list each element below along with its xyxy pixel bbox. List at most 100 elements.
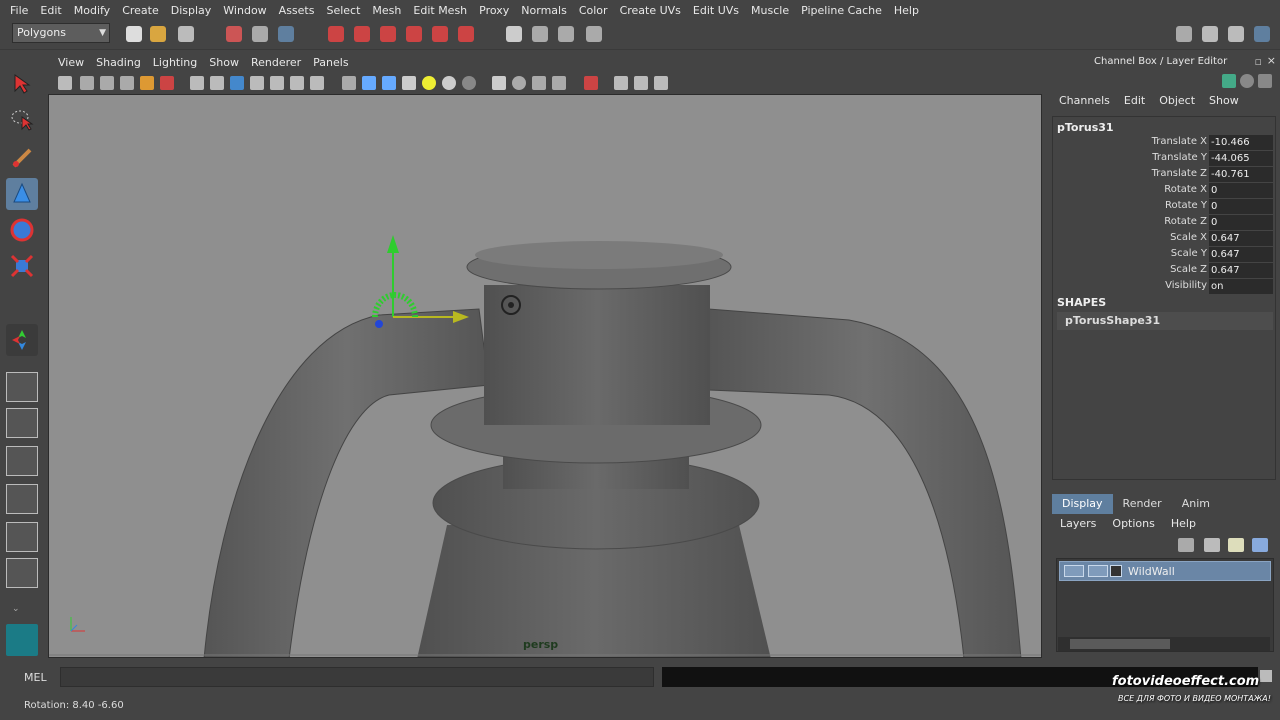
attr-row[interactable]: Translate Z -40.761 [1053, 167, 1275, 183]
grid-icon[interactable] [190, 76, 204, 90]
layer-visibility-toggle[interactable] [1064, 565, 1084, 577]
gate-mask-icon[interactable] [250, 76, 264, 90]
wireframe-icon[interactable] [342, 76, 356, 90]
toolbox-expand-icon[interactable]: ⌄ [12, 604, 20, 614]
attr-row[interactable]: Translate X -10.466 [1053, 135, 1275, 151]
cb-menu-object[interactable]: Object [1152, 94, 1202, 112]
manip-pivot[interactable] [375, 320, 383, 328]
layer-row[interactable]: WildWall [1059, 561, 1271, 581]
layer-name[interactable]: WildWall [1128, 565, 1175, 578]
perspective-viewport[interactable]: persp [48, 94, 1042, 658]
textured-icon[interactable] [402, 76, 416, 90]
attr-value[interactable]: 0.647 [1209, 247, 1273, 262]
menu-file[interactable]: File [4, 4, 34, 17]
attr-row[interactable]: Rotate X0 [1053, 183, 1275, 199]
paint-select-tool-icon[interactable] [6, 142, 38, 174]
manip-y-arrow-icon[interactable] [387, 235, 399, 253]
scrollbar-thumb[interactable] [1070, 639, 1170, 649]
attr-value[interactable]: 0 [1209, 215, 1273, 230]
snap-grid-icon[interactable] [328, 26, 344, 42]
layer-color-swatch[interactable] [1110, 565, 1122, 577]
rotate-tool-icon[interactable] [6, 214, 38, 246]
select-hierarchy-icon[interactable] [226, 26, 242, 42]
menu-normals[interactable]: Normals [515, 4, 573, 17]
move-layer-up-icon[interactable] [1178, 538, 1194, 552]
tab-anim[interactable]: Anim [1172, 494, 1220, 514]
menu-pipeline-cache[interactable]: Pipeline Cache [795, 4, 888, 17]
bookmark-icon[interactable] [100, 76, 114, 90]
command-input[interactable] [60, 667, 654, 687]
le-menu-help[interactable]: Help [1163, 515, 1204, 533]
2d-pan-zoom-icon[interactable] [140, 76, 154, 90]
shadows-icon[interactable] [442, 76, 456, 90]
menu-window[interactable]: Window [217, 4, 272, 17]
layer-display-type-toggle[interactable] [1088, 565, 1108, 577]
select-component-icon[interactable] [278, 26, 294, 42]
ambient-occlusion-icon[interactable] [532, 76, 546, 90]
panel-menu-panels[interactable]: Panels [307, 56, 354, 69]
attr-value[interactable]: -44.065 [1209, 151, 1273, 166]
attribute-editor-icon[interactable] [1202, 26, 1218, 42]
camera-attributes-icon[interactable] [80, 76, 94, 90]
image-plane-icon[interactable] [120, 76, 134, 90]
attr-row[interactable]: Visibility on [1053, 279, 1275, 295]
cb-menu-show[interactable]: Show [1202, 94, 1246, 112]
float-panel-icon[interactable]: ▫ [1255, 55, 1262, 68]
tool-settings-icon[interactable] [1228, 26, 1244, 42]
menu-color[interactable]: Color [573, 4, 614, 17]
menu-proxy[interactable]: Proxy [473, 4, 515, 17]
menu-display[interactable]: Display [165, 4, 218, 17]
menu-modify[interactable]: Modify [68, 4, 116, 17]
tool-settings-toggle-icon[interactable] [1240, 74, 1254, 88]
shape-node-item[interactable]: pTorusShape31 [1057, 312, 1273, 330]
safe-title-icon[interactable] [310, 76, 324, 90]
close-icon[interactable]: × [1267, 54, 1276, 67]
menu-mesh[interactable]: Mesh [366, 4, 407, 17]
menu-create-uvs[interactable]: Create UVs [614, 4, 687, 17]
new-empty-layer-icon[interactable] [1228, 538, 1244, 552]
attr-row[interactable]: Rotate Z0 [1053, 215, 1275, 231]
snap-curve-icon[interactable] [354, 26, 370, 42]
single-perspective-layout-icon[interactable] [6, 372, 38, 402]
attr-value[interactable]: on [1209, 279, 1273, 294]
move-tool-icon[interactable] [6, 178, 38, 210]
attr-value[interactable]: -40.761 [1209, 167, 1273, 182]
high-quality-icon[interactable] [462, 76, 476, 90]
tab-display[interactable]: Display [1052, 494, 1113, 514]
film-gate-icon[interactable] [210, 76, 224, 90]
new-scene-icon[interactable] [126, 26, 142, 42]
open-scene-icon[interactable] [150, 26, 166, 42]
frame-all-icon[interactable] [634, 76, 648, 90]
layer-list-scrollbar[interactable] [1058, 637, 1270, 651]
script-editor-icon[interactable] [1260, 670, 1272, 682]
attr-value[interactable]: 0.647 [1209, 231, 1273, 246]
attr-row[interactable]: Scale X 0.647 [1053, 231, 1275, 247]
attr-row[interactable]: Rotate Y0 [1053, 199, 1275, 215]
attr-value[interactable]: 0.647 [1209, 263, 1273, 278]
smooth-shade-icon[interactable] [362, 76, 376, 90]
persp-graph-outliner-layout-icon[interactable] [6, 558, 38, 588]
mel-label[interactable]: MEL [24, 671, 47, 684]
snap-live-icon[interactable] [432, 26, 448, 42]
render-view-icon[interactable] [506, 26, 522, 42]
object-name[interactable]: pTorus31 [1057, 121, 1114, 134]
isolate-select-icon[interactable] [584, 76, 598, 90]
cb-menu-edit[interactable]: Edit [1117, 94, 1152, 112]
xray-joints-icon[interactable] [512, 76, 526, 90]
snap-view-plane-icon[interactable] [406, 26, 422, 42]
tab-render[interactable]: Render [1113, 494, 1172, 514]
panel-menu-show[interactable]: Show [203, 56, 245, 69]
wireframe-on-shaded-icon[interactable] [382, 76, 396, 90]
attr-row[interactable]: Scale Y 0.647 [1053, 247, 1275, 263]
panel-menu-lighting[interactable]: Lighting [147, 56, 203, 69]
le-menu-layers[interactable]: Layers [1052, 515, 1104, 533]
move-layer-down-icon[interactable] [1204, 538, 1220, 552]
menu-create[interactable]: Create [116, 4, 165, 17]
use-all-lights-icon[interactable] [422, 76, 436, 90]
menu-help[interactable]: Help [888, 4, 925, 17]
menu-muscle[interactable]: Muscle [745, 4, 795, 17]
select-tool-icon[interactable] [6, 68, 38, 100]
channel-box-icon[interactable] [1254, 26, 1270, 42]
scale-tool-icon[interactable] [6, 250, 38, 282]
lasso-tool-icon[interactable] [6, 104, 38, 136]
